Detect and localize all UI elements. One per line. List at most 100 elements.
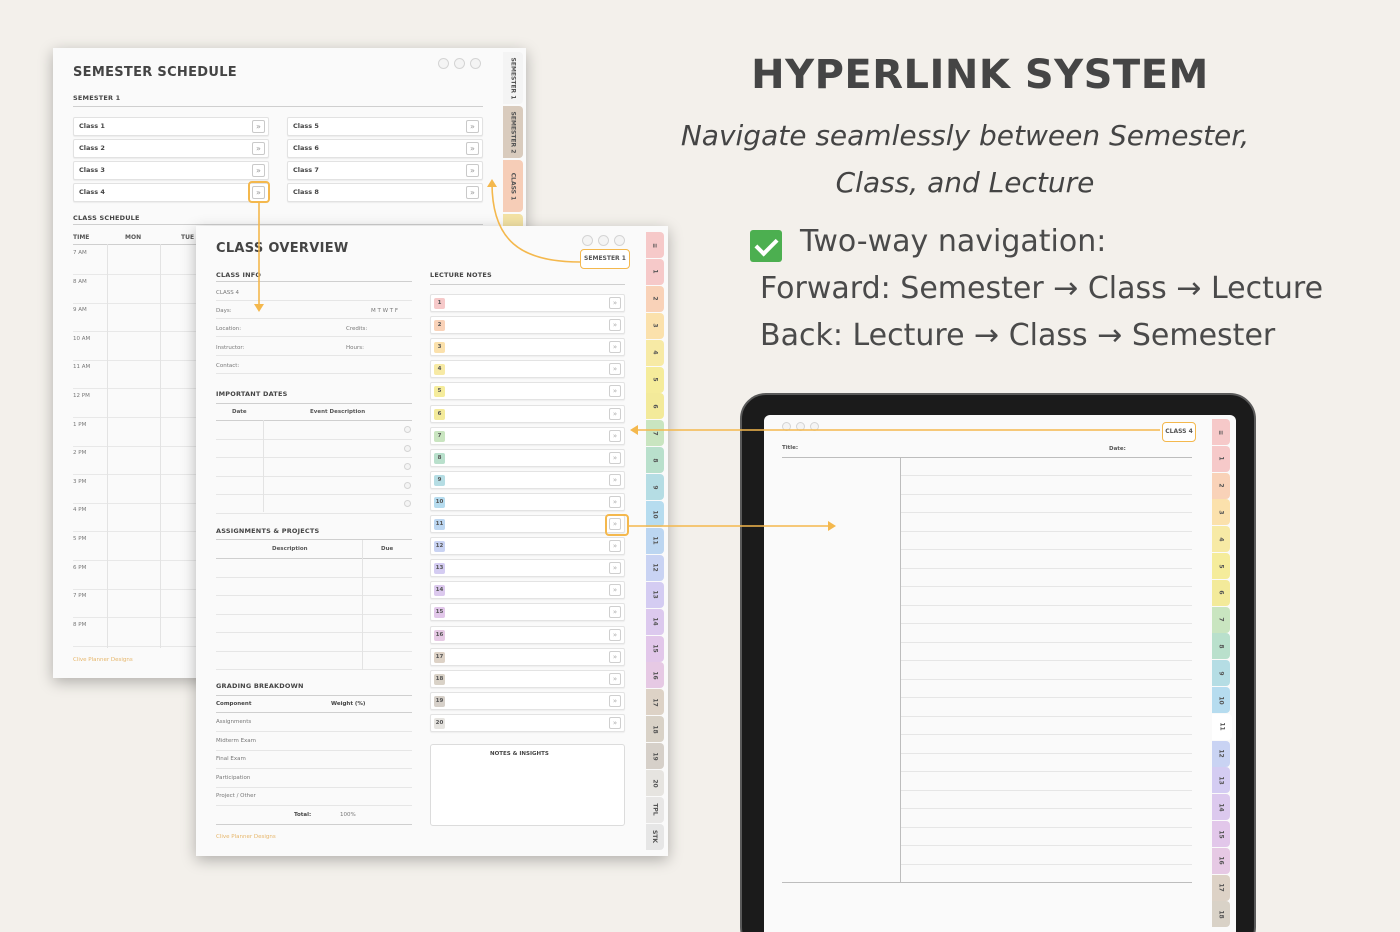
tab-1[interactable]: 1 [646, 258, 664, 285]
lecture-row[interactable]: 13 » [430, 559, 625, 578]
go-to-lecture-icon[interactable]: » [609, 694, 621, 707]
undo-icon[interactable] [582, 235, 593, 246]
go-to-lecture-icon[interactable]: » [609, 606, 621, 619]
back-to-class-link[interactable]: CLASS 4 [1162, 422, 1196, 442]
lecture-row[interactable]: 2» [430, 316, 625, 335]
go-to-lecture-icon[interactable]: » [609, 451, 621, 464]
go-to-lecture-icon[interactable]: » [609, 297, 621, 309]
lecture-row[interactable]: 19 » [430, 691, 625, 710]
class-row[interactable]: Class 1 » [73, 117, 269, 136]
tab-7[interactable]: 7 [646, 420, 664, 447]
lecture-row[interactable]: 6» [430, 404, 625, 423]
tab-17[interactable]: 17 [1212, 874, 1230, 901]
tab-16[interactable]: 16 [1212, 847, 1230, 874]
class-row[interactable]: Class 7 » [287, 161, 483, 180]
go-to-class-icon[interactable]: » [252, 164, 265, 177]
tab-15[interactable]: 15 [1212, 821, 1230, 847]
go-to-class-icon[interactable]: » [252, 142, 265, 155]
checkbox-icon[interactable] [404, 463, 411, 470]
tab-5[interactable]: 5 [646, 366, 664, 393]
checkbox-icon[interactable] [404, 481, 411, 489]
go-to-lecture-icon[interactable]: » [609, 429, 621, 442]
lecture-row[interactable]: 1» [430, 294, 625, 312]
class-row[interactable]: Class 8 » [287, 183, 483, 202]
go-to-lecture-icon[interactable]: » [609, 341, 621, 354]
tab-19[interactable]: 19 [646, 743, 664, 770]
lecture-row[interactable]: 3» [430, 338, 625, 357]
go-to-class-icon[interactable]: » [466, 142, 479, 155]
tab-2[interactable]: 2 [1212, 472, 1230, 499]
home-icon[interactable] [598, 235, 609, 246]
tab-20[interactable]: 20 [646, 770, 664, 796]
settings-icon[interactable] [470, 58, 481, 69]
go-to-lecture-icon[interactable]: » [609, 650, 621, 663]
go-to-lecture-icon[interactable]: » [609, 584, 621, 597]
undo-icon[interactable] [438, 58, 449, 69]
tab-14[interactable]: 14 [646, 608, 664, 635]
go-to-lecture-icon[interactable]: » [609, 473, 621, 486]
checkbox-icon[interactable] [404, 426, 411, 433]
lecture-row[interactable]: 20 » [430, 713, 625, 732]
class-row[interactable]: Class 5 » [287, 117, 483, 136]
tab-12[interactable]: 12 [1212, 740, 1230, 767]
lecture-row[interactable]: 12 » [430, 537, 625, 556]
tab-3[interactable]: 3 [1212, 499, 1230, 526]
tab-6[interactable]: 6 [646, 393, 664, 420]
tab-13[interactable]: 13 [1212, 767, 1230, 794]
tab-semester-2[interactable]: SEMESTER 2 [503, 106, 523, 158]
lecture-row[interactable]: 9» [430, 470, 625, 489]
lecture-row[interactable]: 8» [430, 448, 625, 467]
tab-1[interactable]: 1 [1212, 445, 1230, 472]
go-to-lecture-icon[interactable]: » [609, 672, 621, 685]
tab-9[interactable]: 9 [1212, 660, 1230, 687]
tab-14[interactable]: 14 [1212, 794, 1230, 821]
lecture-row[interactable]: 14 » [430, 581, 625, 600]
go-to-lecture-icon[interactable]: » [609, 540, 621, 553]
lecture-row[interactable]: 5» [430, 382, 625, 401]
lecture-row[interactable]: 18 » [430, 669, 625, 688]
tab-index[interactable]: ≡ [646, 232, 664, 258]
tab-13[interactable]: 13 [646, 581, 664, 608]
lecture-row[interactable]: 4» [430, 360, 625, 379]
go-to-class-icon[interactable]: » [466, 164, 479, 177]
lecture-row[interactable]: 15 » [430, 603, 625, 622]
lecture-row[interactable]: 11» [430, 515, 625, 533]
checkbox-icon[interactable] [404, 500, 411, 507]
back-to-semester-link[interactable]: SEMESTER 1 [580, 249, 630, 269]
home-icon[interactable] [796, 422, 805, 431]
tab-index[interactable]: ≡ [1212, 419, 1230, 445]
checkbox-icon[interactable] [404, 444, 411, 452]
lecture-row[interactable]: 16 » [430, 625, 625, 644]
class-row[interactable]: Class 4» [73, 183, 269, 202]
go-to-lecture-icon[interactable]: » [609, 716, 621, 729]
tab-17[interactable]: 17 [646, 689, 664, 716]
lecture-row[interactable]: 17 » [430, 647, 625, 666]
tab-6[interactable]: 6 [1212, 579, 1230, 606]
go-to-lecture-icon[interactable]: » [609, 407, 621, 420]
tab-5[interactable]: 5 [1212, 553, 1230, 579]
tab-tpl[interactable]: TPL [646, 796, 664, 823]
go-to-class-icon[interactable]: » [252, 120, 265, 133]
go-to-lecture-icon[interactable]: » [609, 385, 621, 398]
tab-15[interactable]: 15 [646, 635, 664, 662]
tab-10[interactable]: 10 [646, 501, 664, 527]
home-icon[interactable] [454, 58, 465, 69]
go-to-class-icon[interactable]: » [466, 186, 479, 199]
tab-8[interactable]: 8 [646, 447, 664, 474]
tab-2[interactable]: 2 [646, 285, 664, 312]
lecture-row[interactable]: 10 » [430, 492, 625, 511]
tab-11[interactable]: 11 [1212, 713, 1232, 740]
tab-class-1[interactable]: CLASS 1 [503, 160, 523, 212]
settings-icon[interactable] [614, 235, 625, 246]
tab-18[interactable]: 18 [1212, 901, 1230, 928]
tab-18[interactable]: 18 [646, 716, 664, 743]
go-to-lecture-icon[interactable]: » [609, 562, 621, 575]
tab-7[interactable]: 7 [1212, 606, 1230, 633]
tab-4[interactable]: 4 [1212, 526, 1230, 553]
lecture-row[interactable]: 7» [430, 426, 625, 445]
class-row[interactable]: Class 2 » [73, 139, 269, 158]
settings-icon[interactable] [810, 422, 819, 431]
tab-stk[interactable]: STK [646, 823, 664, 850]
class-row[interactable]: Class 6 » [287, 139, 483, 158]
undo-icon[interactable] [782, 422, 791, 431]
